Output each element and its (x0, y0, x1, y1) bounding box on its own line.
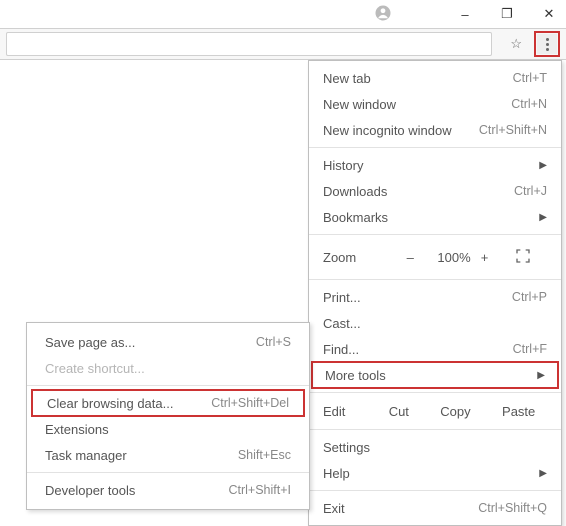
separator (309, 279, 561, 280)
menu-history[interactable]: History ▶ (309, 152, 561, 178)
window-titlebar: – ❐ ✕ (0, 0, 566, 28)
label: Developer tools (45, 483, 228, 498)
label: Task manager (45, 448, 238, 463)
menu-exit[interactable]: Exit Ctrl+Shift+Q (309, 495, 561, 521)
label: New incognito window (323, 123, 479, 138)
label: New window (323, 97, 511, 112)
menu-more-tools[interactable]: More tools ▶ (311, 361, 559, 389)
shortcut: Shift+Esc (238, 448, 291, 462)
label: Save page as... (45, 335, 256, 350)
menu-new-incognito[interactable]: New incognito window Ctrl+Shift+N (309, 117, 561, 143)
label: Downloads (323, 184, 514, 199)
address-input[interactable] (6, 32, 492, 56)
label: Bookmarks (323, 210, 531, 225)
label: Edit (323, 404, 373, 419)
toolbar: ☆ (0, 28, 566, 60)
label: Clear browsing data... (47, 396, 211, 411)
separator (27, 385, 309, 386)
menu-settings[interactable]: Settings (309, 434, 561, 460)
separator (309, 234, 561, 235)
paste-button[interactable]: Paste (502, 404, 535, 419)
fullscreen-icon[interactable] (512, 248, 534, 267)
label: New tab (323, 71, 513, 86)
shortcut: Ctrl+Shift+I (228, 483, 291, 497)
maximize-button[interactable]: ❐ (498, 6, 516, 22)
zoom-in-button[interactable]: + (475, 250, 495, 265)
minimize-button[interactable]: – (456, 7, 474, 22)
menu-find[interactable]: Find... Ctrl+F (309, 336, 561, 362)
cut-button[interactable]: Cut (389, 404, 409, 419)
menu-new-window[interactable]: New window Ctrl+N (309, 91, 561, 117)
shortcut: Ctrl+Shift+N (479, 123, 547, 137)
menu-edit: Edit Cut Copy Paste (309, 397, 561, 425)
menu-button[interactable] (537, 34, 557, 54)
label: Help (323, 466, 531, 481)
copy-button[interactable]: Copy (440, 404, 470, 419)
menu-print[interactable]: Print... Ctrl+P (309, 284, 561, 310)
label: Zoom (323, 250, 383, 265)
label: Find... (323, 342, 513, 357)
more-tools-submenu: Save page as... Ctrl+S Create shortcut..… (26, 322, 310, 510)
submenu-task-manager[interactable]: Task manager Shift+Esc (27, 442, 309, 468)
separator (309, 147, 561, 148)
shortcut: Ctrl+N (511, 97, 547, 111)
menu-new-tab[interactable]: New tab Ctrl+T (309, 65, 561, 91)
label: History (323, 158, 531, 173)
user-icon[interactable] (374, 4, 392, 25)
menu-bookmarks[interactable]: Bookmarks ▶ (309, 204, 561, 230)
bookmark-star-icon[interactable]: ☆ (504, 36, 528, 52)
submenu-extensions[interactable]: Extensions (27, 416, 309, 442)
menu-downloads[interactable]: Downloads Ctrl+J (309, 178, 561, 204)
zoom-level: 100% (437, 250, 457, 265)
menu-help[interactable]: Help ▶ (309, 460, 561, 486)
separator (309, 490, 561, 491)
separator (27, 472, 309, 473)
shortcut: Ctrl+F (513, 342, 547, 356)
label: Print... (323, 290, 512, 305)
main-menu: New tab Ctrl+T New window Ctrl+N New inc… (308, 60, 562, 526)
chevron-right-icon: ▶ (537, 370, 545, 381)
submenu-clear-browsing-data[interactable]: Clear browsing data... Ctrl+Shift+Del (31, 389, 305, 417)
submenu-developer-tools[interactable]: Developer tools Ctrl+Shift+I (27, 477, 309, 503)
label: More tools (325, 368, 529, 383)
shortcut: Ctrl+P (512, 290, 547, 304)
submenu-save-page[interactable]: Save page as... Ctrl+S (27, 329, 309, 355)
separator (309, 429, 561, 430)
shortcut: Ctrl+T (513, 71, 547, 85)
shortcut: Ctrl+S (256, 335, 291, 349)
label: Settings (323, 440, 547, 455)
chevron-right-icon: ▶ (539, 468, 547, 479)
submenu-create-shortcut: Create shortcut... (27, 355, 309, 381)
chevron-right-icon: ▶ (539, 160, 547, 171)
label: Exit (323, 501, 478, 516)
menu-button-highlight (534, 31, 560, 57)
label: Cast... (323, 316, 547, 331)
label: Create shortcut... (45, 361, 291, 376)
label: Extensions (45, 422, 291, 437)
shortcut: Ctrl+J (514, 184, 547, 198)
shortcut: Ctrl+Shift+Q (478, 501, 547, 515)
chevron-right-icon: ▶ (539, 212, 547, 223)
menu-cast[interactable]: Cast... (309, 310, 561, 336)
shortcut: Ctrl+Shift+Del (211, 396, 289, 410)
close-button[interactable]: ✕ (540, 6, 558, 22)
zoom-out-button[interactable]: – (400, 250, 420, 265)
separator (309, 392, 561, 393)
menu-zoom: Zoom – 100% + (309, 239, 561, 275)
